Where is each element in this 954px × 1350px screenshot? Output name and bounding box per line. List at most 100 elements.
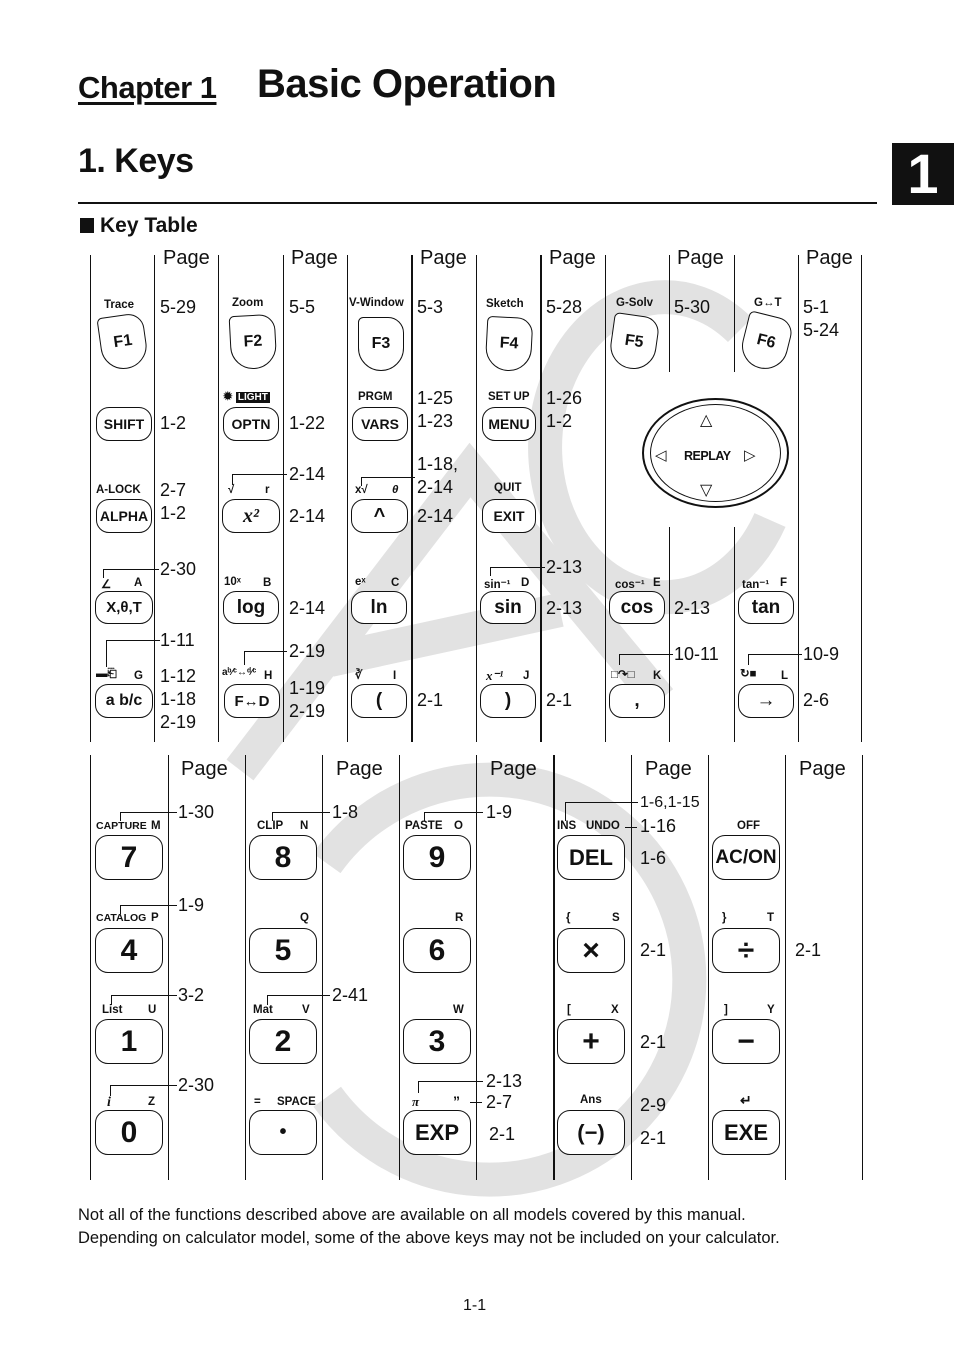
key-label-j: J [523, 670, 530, 682]
key-label-close-bracket: ] [724, 1004, 728, 1016]
f6-key[interactable]: F6 [737, 310, 795, 374]
key-label-open-bracket: [ [567, 1004, 571, 1016]
sin-key[interactable]: sin [480, 591, 536, 624]
exe-key[interactable]: EXE [712, 1110, 780, 1155]
f1-key[interactable]: F1 [96, 312, 150, 372]
leader-line [418, 1081, 483, 1093]
leader-line [106, 640, 160, 667]
key-label-angle: ∠ [101, 579, 112, 591]
key-label-t: T [767, 912, 775, 924]
page-ref: 1-22 [289, 413, 326, 433]
page-ref: 5-1 5-24 [803, 297, 840, 340]
vars-key[interactable]: VARS [352, 407, 408, 441]
digit-3-key[interactable]: 3 [403, 1019, 471, 1064]
ln-key[interactable]: ln [351, 591, 407, 624]
f-d-key[interactable]: F↔D [224, 684, 280, 718]
key-label-10x: 10ˣ [224, 576, 242, 588]
fraction-key[interactable]: a b/c [95, 684, 153, 718]
key-label-d: D [521, 577, 530, 589]
log-key[interactable]: log [223, 591, 279, 624]
key-label-off: OFF [737, 820, 760, 832]
key-label-w: W [453, 1004, 464, 1016]
x-theta-t-key[interactable]: X,θ,T [95, 591, 153, 624]
key-label-clip: CLIP [257, 820, 284, 832]
store-arrow-key[interactable]: → [738, 684, 794, 718]
key-label-arccos: cos⁻¹ [615, 579, 645, 591]
table-rule [669, 527, 670, 742]
key-label-mat: Mat [253, 1004, 273, 1016]
page-ref: 1-18, 2-14 [417, 454, 459, 497]
key-label-equals: = [254, 1096, 261, 1108]
minus-key[interactable]: − [712, 1019, 780, 1064]
table-rule [785, 755, 786, 1180]
return-icon: ↵ [740, 1092, 752, 1108]
arrow-left-icon[interactable]: ◁ [655, 446, 667, 464]
digit-7-key[interactable]: 7 [95, 835, 163, 880]
key-label-f: F [780, 577, 788, 589]
shift-key[interactable]: SHIFT [96, 407, 152, 441]
f4-key[interactable]: F4 [484, 315, 534, 373]
multiply-key[interactable]: × [557, 928, 625, 973]
key-label-sketch: Sketch [486, 298, 524, 310]
light-badge: LIGHT [235, 392, 270, 403]
f5-key[interactable]: F5 [607, 312, 661, 372]
divide-key[interactable]: ÷ [712, 928, 780, 973]
page-column-header: Page [336, 758, 383, 780]
decimal-point-key[interactable]: • [249, 1110, 317, 1155]
exit-key[interactable]: EXIT [482, 499, 536, 533]
page-ref: 2-1 [640, 1032, 667, 1052]
key-label-paste-clip: ↻■ [740, 668, 757, 680]
page-ref: 2-41 [332, 985, 369, 1005]
leader-line [625, 827, 637, 828]
power-key[interactable]: ^ [351, 499, 408, 533]
arrow-right-icon[interactable]: ▷ [744, 446, 756, 464]
digit-5-key[interactable]: 5 [249, 928, 317, 973]
page-ref: 2-13 [486, 1071, 523, 1091]
key-label-space: SPACE [277, 1096, 316, 1108]
key-label-v: V [302, 1004, 310, 1016]
key-label-v-window: V-Window [349, 297, 404, 309]
digit-4-key[interactable]: 4 [95, 928, 163, 973]
menu-key[interactable]: MENU [482, 407, 536, 441]
arrow-down-icon[interactable]: ▽ [700, 480, 712, 500]
close-paren-key[interactable]: ) [480, 684, 536, 718]
digit-9-key[interactable]: 9 [403, 835, 471, 880]
key-label-s: S [612, 912, 620, 924]
page-ref: 5-28 [546, 297, 583, 317]
alpha-key[interactable]: ALPHA [96, 499, 152, 533]
open-paren-key[interactable]: ( [351, 684, 407, 718]
f3-key[interactable]: F3 [358, 317, 404, 371]
table-rule [734, 527, 735, 742]
comma-key[interactable]: , [609, 684, 665, 718]
del-key[interactable]: DEL [557, 835, 625, 880]
exp-key[interactable]: EXP [403, 1110, 471, 1155]
footnote-line-2: Depending on calculator model, some of t… [78, 1229, 780, 1247]
key-label-imaginary: i [107, 1095, 111, 1110]
ac-on-key[interactable]: AC/ON [712, 835, 780, 880]
optn-key[interactable]: OPTN [223, 407, 279, 441]
page-number: 1-1 [463, 1297, 487, 1314]
page-ref: 2-19 [289, 641, 326, 661]
page-ref: 2-14 [289, 506, 326, 526]
negative-key[interactable]: (−) [557, 1110, 625, 1155]
table-rule [669, 255, 670, 372]
plus-key[interactable]: + [557, 1019, 625, 1064]
key-label-copy-clip: □↷□ [611, 669, 635, 681]
table-rule [605, 255, 606, 742]
cos-key[interactable]: cos [609, 591, 665, 624]
key-label-g-solv: G-Solv [616, 297, 654, 309]
tan-key[interactable]: tan [738, 591, 794, 624]
page-ref: 1-9 [486, 802, 513, 822]
table-rule [862, 755, 863, 1180]
digit-1-key[interactable]: 1 [95, 1019, 163, 1064]
arrow-up-icon[interactable]: △ [700, 410, 712, 430]
page-ref: 2-1 [489, 1124, 516, 1144]
digit-0-key[interactable]: 0 [95, 1110, 163, 1155]
digit-6-key[interactable]: 6 [403, 928, 471, 973]
page-ref: 2-30 [178, 1075, 215, 1095]
key-label-y: Y [767, 1004, 775, 1016]
digit-8-key[interactable]: 8 [249, 835, 317, 880]
x-squared-key[interactable]: x² [222, 499, 280, 533]
digit-2-key[interactable]: 2 [249, 1019, 317, 1064]
f2-key[interactable]: F2 [228, 313, 278, 371]
